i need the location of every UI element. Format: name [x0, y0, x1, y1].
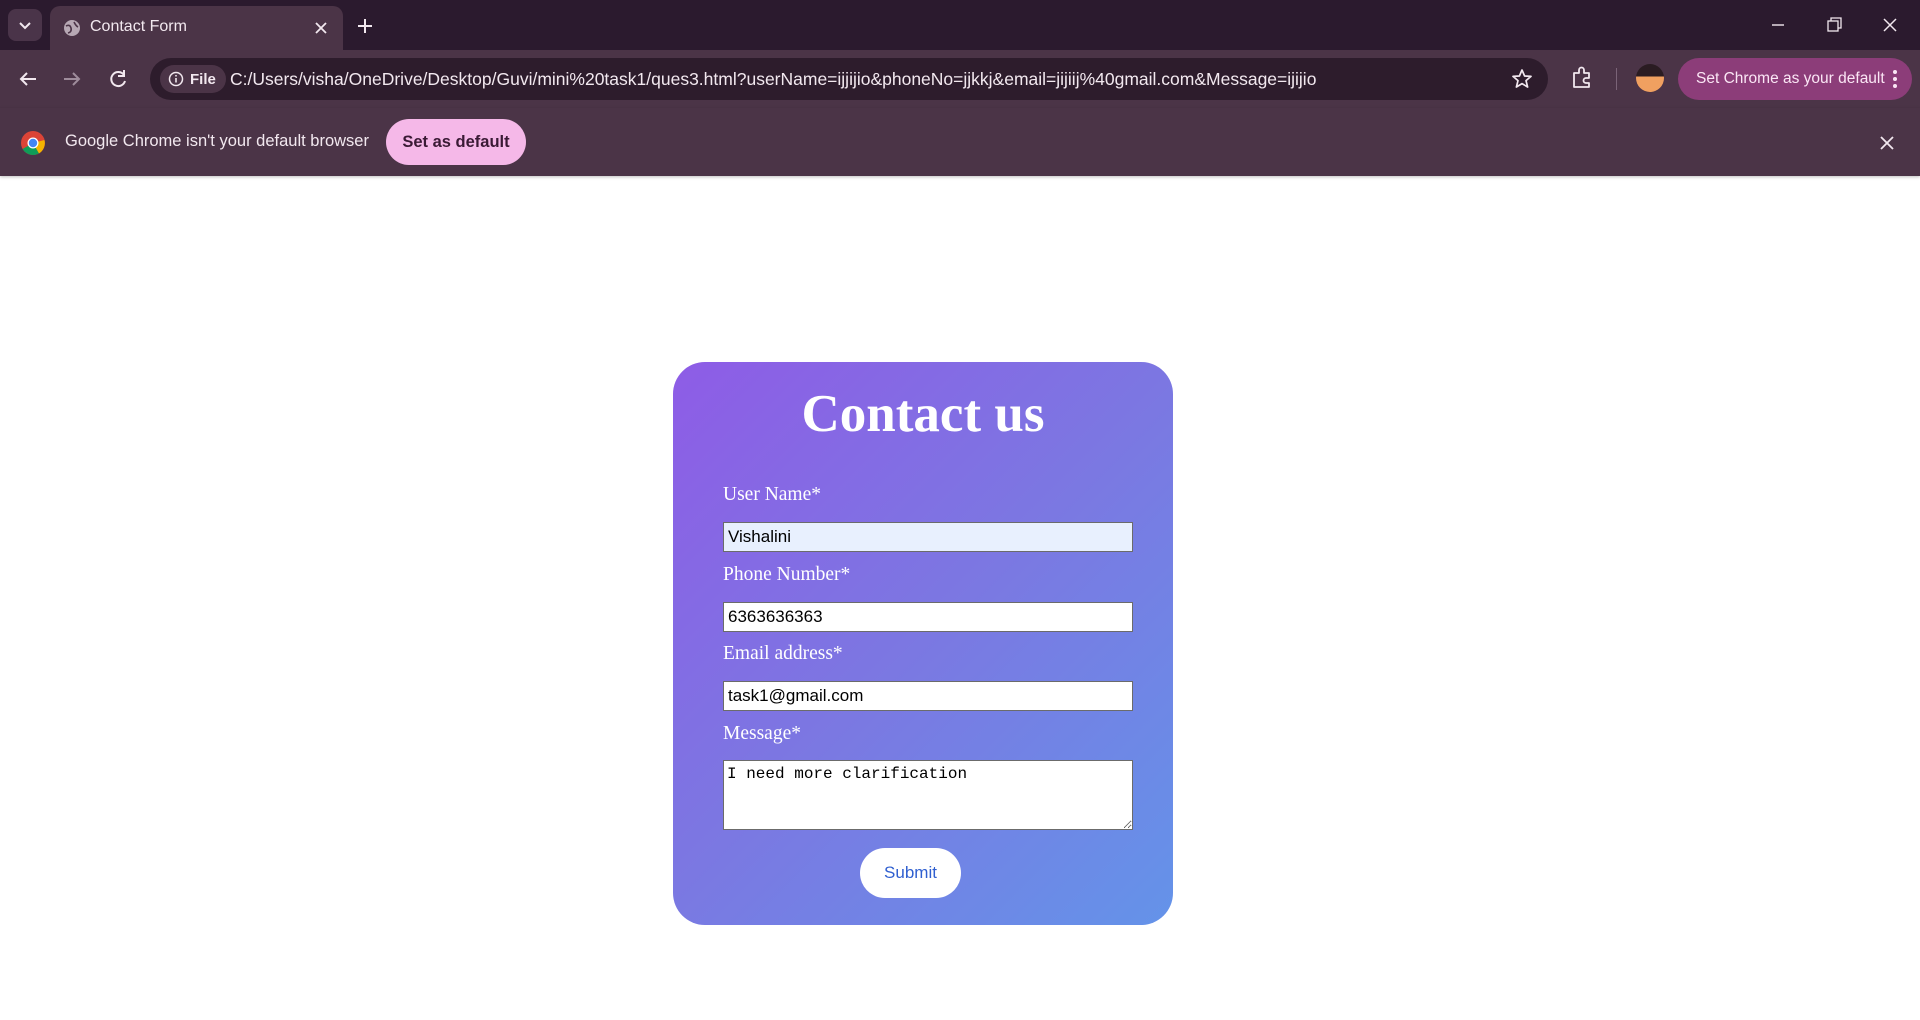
- message-textarea[interactable]: I need more clarification: [723, 760, 1133, 830]
- close-infobar-icon[interactable]: [1876, 132, 1898, 154]
- email-input[interactable]: [723, 681, 1133, 711]
- toolbar-divider: [1616, 68, 1617, 90]
- close-tab-icon[interactable]: [311, 18, 331, 38]
- address-bar[interactable]: File C:/Users/visha/OneDrive/Desktop/Guv…: [150, 58, 1548, 100]
- phone-label: Phone Number*: [723, 564, 851, 585]
- contact-form-card: Contact us User Name* Phone Number* Emai…: [673, 362, 1173, 925]
- submit-button[interactable]: Submit: [860, 848, 961, 898]
- more-menu-icon[interactable]: [1892, 69, 1898, 89]
- username-input[interactable]: [723, 522, 1133, 552]
- bookmark-star-icon[interactable]: [1510, 67, 1534, 91]
- tab-strip: Contact Form: [0, 0, 1920, 50]
- set-as-default-button[interactable]: Set as default: [386, 119, 526, 165]
- set-chrome-default-label: Set Chrome as your default: [1696, 70, 1885, 87]
- form-heading: Contact us: [801, 385, 1045, 443]
- infobar-message: Google Chrome isn't your default browser: [65, 132, 369, 150]
- site-info-chip[interactable]: File: [160, 65, 226, 93]
- extensions-puzzle-icon[interactable]: [1568, 64, 1596, 92]
- site-info-label: File: [190, 70, 216, 88]
- tab-title: Contact Form: [90, 18, 187, 35]
- reload-icon[interactable]: [104, 65, 132, 93]
- minimize-icon[interactable]: [1764, 12, 1792, 38]
- profile-avatar[interactable]: [1636, 64, 1664, 92]
- chevron-down-icon: [19, 22, 31, 30]
- info-icon: [168, 71, 184, 87]
- email-label: Email address*: [723, 643, 843, 664]
- close-window-icon[interactable]: [1876, 12, 1904, 38]
- default-browser-infobar: Google Chrome isn't your default browser…: [0, 108, 1920, 176]
- phone-input[interactable]: [723, 602, 1133, 632]
- globe-icon: [64, 20, 80, 36]
- browser-toolbar: File C:/Users/visha/OneDrive/Desktop/Guv…: [0, 50, 1920, 108]
- new-tab-icon[interactable]: [352, 13, 378, 39]
- forward-arrow-icon[interactable]: [58, 65, 86, 93]
- restore-icon[interactable]: [1820, 12, 1848, 38]
- username-label: User Name*: [723, 484, 822, 505]
- url-text[interactable]: C:/Users/visha/OneDrive/Desktop/Guvi/min…: [230, 69, 1316, 90]
- tab-search-button[interactable]: [8, 9, 42, 41]
- back-arrow-icon[interactable]: [14, 65, 42, 93]
- chrome-logo-icon: [21, 131, 45, 156]
- tab-contact-form[interactable]: Contact Form: [50, 6, 343, 50]
- message-label: Message*: [723, 723, 801, 744]
- set-chrome-default-pill[interactable]: Set Chrome as your default: [1678, 58, 1912, 100]
